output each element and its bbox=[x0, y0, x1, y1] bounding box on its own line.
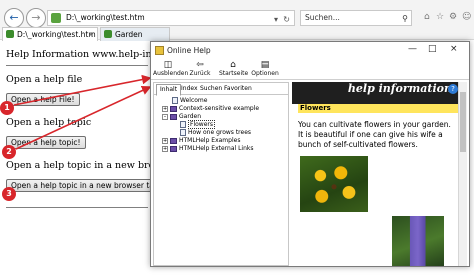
search-field[interactable]: Suchen... ⚲ bbox=[300, 10, 412, 26]
page-icon bbox=[180, 121, 186, 128]
tree-item-external-links[interactable]: + HTMLHelp External Links bbox=[162, 145, 254, 153]
book-icon bbox=[170, 105, 177, 112]
help-window-icon bbox=[155, 46, 164, 55]
home-label: Startseite bbox=[219, 70, 249, 77]
navigation-pane: Inhalt Index Suchen Favoriten Welcome + C… bbox=[153, 82, 289, 266]
scrollbar-thumb[interactable] bbox=[460, 92, 466, 152]
search-dropdown-icon[interactable]: ▾ bbox=[274, 13, 278, 27]
back-icon: ⇦ bbox=[196, 60, 204, 70]
tab-favicon bbox=[104, 30, 112, 38]
maximize-icon[interactable]: □ bbox=[428, 44, 437, 54]
arrow-2 bbox=[15, 86, 152, 150]
options-icon: ▤ bbox=[260, 60, 270, 70]
help-question-icon: ? bbox=[448, 84, 458, 94]
url-field[interactable]: D:\_working\test.htm ▾ ↻ bbox=[47, 10, 295, 26]
hide-button[interactable]: ◫ Ausblenden bbox=[153, 60, 188, 77]
help-information-logo: help information bbox=[347, 82, 452, 95]
home-icon[interactable]: ⌂ bbox=[424, 12, 430, 22]
back-button[interactable]: ⇦ Zurück bbox=[187, 60, 213, 77]
smiley-icon[interactable]: ☺ bbox=[462, 12, 471, 22]
search-icon[interactable]: ⚲ bbox=[402, 12, 408, 26]
favorites-star-icon[interactable]: ☆ bbox=[436, 12, 444, 22]
topic-content-pane: help information ? Flowers You can culti… bbox=[292, 82, 467, 266]
sunflowers-image bbox=[300, 156, 368, 212]
url-text: D:\_working\test.htm bbox=[66, 13, 145, 22]
lupine-image bbox=[392, 216, 444, 266]
page-icon bbox=[180, 129, 186, 136]
back-label: Zurück bbox=[189, 70, 211, 77]
expand-icon[interactable]: + bbox=[162, 137, 168, 144]
hide-icon: ◫ bbox=[163, 60, 173, 70]
tab-favicon bbox=[6, 30, 14, 38]
close-tab-icon[interactable]: × bbox=[88, 28, 94, 41]
back-button[interactable]: ← bbox=[4, 8, 24, 28]
open-book-icon bbox=[170, 113, 177, 120]
expand-icon[interactable]: + bbox=[162, 145, 168, 152]
topic-body-text: You can cultivate flowers in your garden… bbox=[298, 120, 451, 149]
tab-test-htm[interactable]: D:\_working\test.htm × bbox=[2, 27, 98, 41]
minimize-icon[interactable]: — bbox=[408, 44, 417, 54]
online-help-window[interactable]: Online Help — □ × ◫ Ausblenden ⇦ Zurück … bbox=[150, 41, 470, 267]
options-button[interactable]: ▤ Optionen bbox=[251, 60, 279, 77]
home-icon: ⌂ bbox=[230, 60, 236, 70]
close-window-icon[interactable]: × bbox=[450, 44, 458, 54]
help-window-title: Online Help bbox=[167, 46, 211, 55]
options-label: Optionen bbox=[251, 70, 279, 77]
hide-label: Ausblenden bbox=[153, 70, 189, 77]
book-icon bbox=[170, 137, 177, 144]
nav-tabs: Inhalt Index Suchen Favoriten bbox=[154, 83, 288, 96]
search-placeholder: Suchen... bbox=[305, 13, 340, 22]
page-icon bbox=[172, 97, 178, 104]
help-toolbar: ◫ Ausblenden ⇦ Zurück ⌂ Startseite ▤ Opt… bbox=[151, 60, 469, 80]
refresh-icon[interactable]: ↻ bbox=[283, 13, 290, 27]
help-banner: help information ? bbox=[292, 82, 458, 104]
forward-button[interactable]: → bbox=[26, 8, 46, 28]
tab-favorites[interactable]: Favoriten bbox=[221, 84, 255, 94]
book-icon bbox=[170, 145, 177, 152]
settings-gear-icon[interactable]: ⚙ bbox=[449, 12, 457, 22]
expand-icon[interactable]: + bbox=[162, 105, 168, 112]
topic-heading: Flowers bbox=[298, 104, 458, 113]
page-favicon bbox=[51, 13, 61, 23]
tab-bar: D:\_working\test.htm × Garden bbox=[0, 27, 474, 41]
tab-label: D:\_working\test.htm bbox=[17, 30, 96, 39]
collapse-icon[interactable]: – bbox=[162, 113, 168, 120]
browser-window: ← → D:\_working\test.htm ▾ ↻ Suchen... ⚲… bbox=[0, 0, 474, 275]
home-button[interactable]: ⌂ Startseite bbox=[219, 60, 249, 77]
tab-garden[interactable]: Garden bbox=[100, 27, 170, 41]
arrow-1 bbox=[13, 74, 152, 106]
help-title-bar[interactable]: Online Help — □ × bbox=[151, 42, 469, 60]
content-scrollbar[interactable] bbox=[458, 82, 467, 266]
tab-label: Garden bbox=[115, 30, 143, 39]
